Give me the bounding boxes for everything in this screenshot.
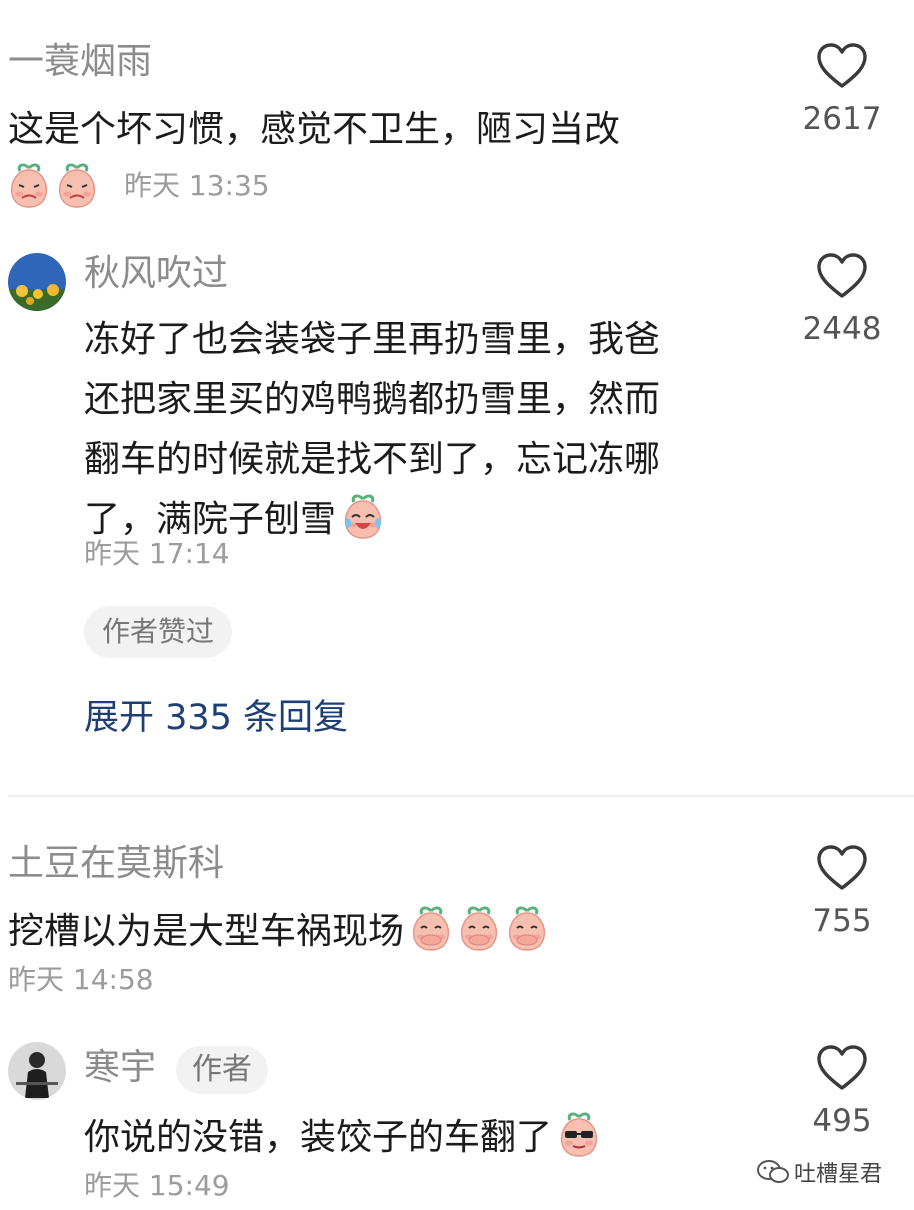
peach-cover-mouth-icon <box>412 906 450 951</box>
comment-emoji-row <box>8 162 98 208</box>
wechat-icon <box>757 1160 789 1183</box>
expand-replies-link[interactable]: 展开 335 条回复 <box>84 701 348 736</box>
comment-time: 昨天 14:58 <box>8 963 154 996</box>
divider <box>8 795 914 797</box>
watermark: 吐槽星君 <box>756 1156 883 1187</box>
comment-text: 这是个坏习惯，感觉不卫生，陋习当改 <box>8 109 621 150</box>
avatar-image <box>8 1042 66 1100</box>
comment-time: 昨天 17:14 <box>84 537 230 570</box>
watermark-text: 吐槽星君 <box>794 1162 883 1187</box>
comment-text-line: 翻车的时候就是找不到了，忘记冻哪 <box>84 439 661 480</box>
like-button[interactable]: 2617 <box>782 42 902 135</box>
like-count: 2617 <box>802 101 882 137</box>
peach-cover-mouth-icon <box>508 906 546 951</box>
peach-cover-mouth-icon <box>460 906 498 951</box>
heart-icon <box>817 253 867 298</box>
comment-username[interactable]: 一蓑烟雨 <box>8 44 152 80</box>
avatar-image <box>8 253 66 311</box>
peach-sunglasses-icon <box>560 1112 598 1157</box>
comment-text: 冻好了也会装袋子里再扔雪里，我爸 还把家里买的鸡鸭鹅都扔雪里，然而 翻车的时候就… <box>84 310 660 550</box>
like-button[interactable]: 495 <box>782 1044 902 1137</box>
comment-text-line-content: 了，满院子刨雪 <box>84 499 337 540</box>
like-count: 755 <box>812 903 872 939</box>
comment-text-line: 还把家里买的鸡鸭鹅都扔雪里，然而 <box>84 379 661 420</box>
peach-laugh-cry-icon <box>344 494 382 539</box>
comment-text-content: 挖槽以为是大型车祸现场 <box>8 911 405 952</box>
avatar[interactable] <box>8 253 66 311</box>
like-button[interactable]: 755 <box>782 844 902 937</box>
comment-username[interactable]: 寒宇 <box>84 1050 156 1086</box>
like-count: 2448 <box>802 311 882 347</box>
heart-icon <box>817 43 867 88</box>
comment-username[interactable]: 土豆在莫斯科 <box>8 846 224 882</box>
peach-cry-icon <box>10 163 48 208</box>
comment-time: 昨天 15:49 <box>84 1169 230 1202</box>
author-tag: 作者 <box>176 1046 268 1094</box>
like-button[interactable]: 2448 <box>782 252 902 345</box>
comment-text: 挖槽以为是大型车祸现场 <box>8 902 548 962</box>
comment-text: 你说的没错，装饺子的车翻了 <box>84 1108 600 1168</box>
like-count: 495 <box>812 1103 872 1139</box>
comment-text-line: 冻好了也会装袋子里再扔雪里，我爸 <box>84 319 661 360</box>
comment-time: 昨天 13:35 <box>124 169 270 202</box>
heart-icon <box>817 845 867 890</box>
author-liked-badge: 作者赞过 <box>84 606 233 658</box>
avatar[interactable] <box>8 1042 66 1100</box>
comment-username[interactable]: 秋风吹过 <box>84 256 228 292</box>
peach-cry-icon <box>58 163 96 208</box>
comment-text-content: 你说的没错，装饺子的车翻了 <box>84 1117 553 1158</box>
heart-icon <box>817 1045 867 1090</box>
